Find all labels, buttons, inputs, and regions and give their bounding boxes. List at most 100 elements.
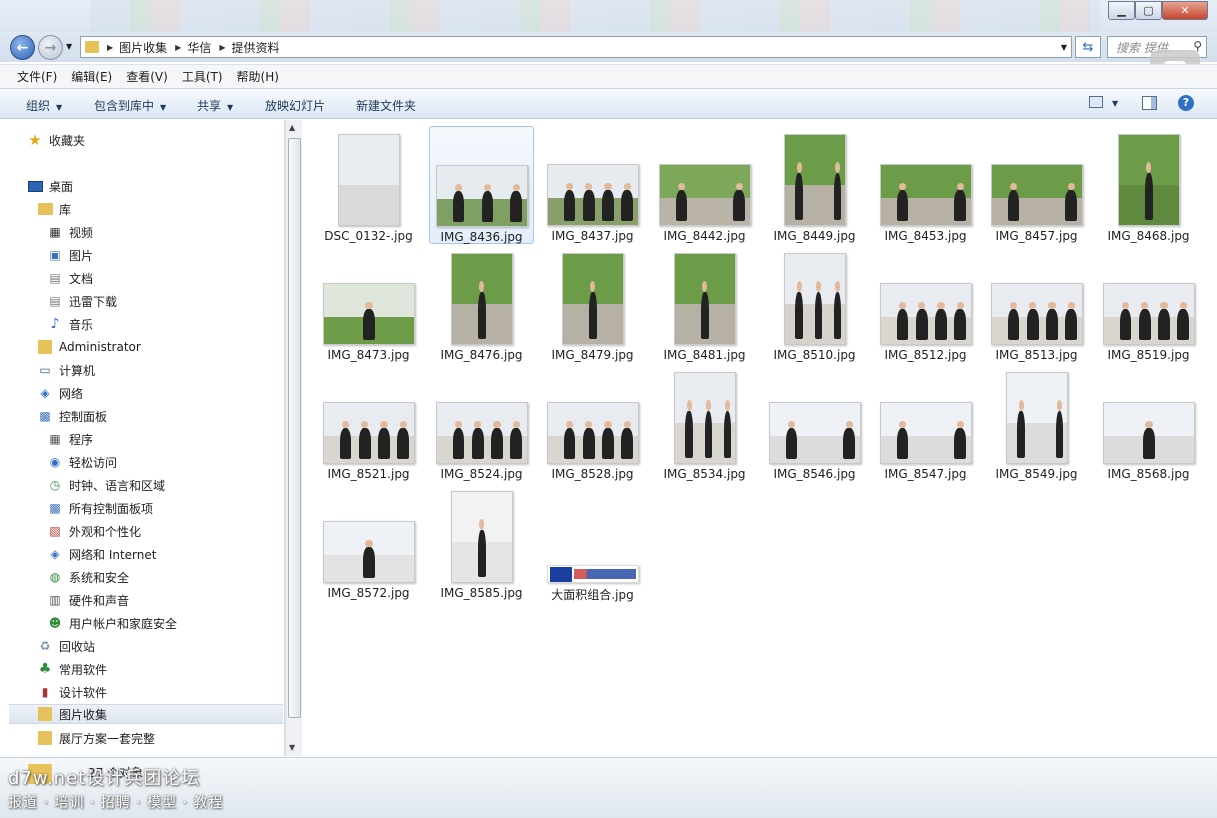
file-item[interactable]: IMG_8534.jpg — [652, 364, 757, 482]
nav-system-security[interactable]: ◍ 系统和安全 — [47, 567, 129, 587]
navigation-scrollbar[interactable]: ▲ ▼ — [285, 120, 302, 756]
menu-file[interactable]: 文件(F) — [17, 68, 57, 85]
image-thumbnail[interactable] — [450, 491, 513, 583]
file-item[interactable]: IMG_8481.jpg — [652, 245, 757, 363]
file-item[interactable]: IMG_8519.jpg — [1096, 245, 1201, 363]
file-item[interactable]: IMG_8468.jpg — [1096, 126, 1201, 244]
nav-recycle-bin[interactable]: ♻ 回收站 — [37, 636, 95, 656]
nav-user-accounts[interactable]: ☻ 用户帐户和家庭安全 — [47, 613, 177, 633]
address-bar[interactable]: ▶ 图片收集 ▶ 华信 ▶ 提供资料 ▼ — [80, 36, 1072, 58]
image-thumbnail[interactable] — [435, 402, 528, 464]
nav-network-internet[interactable]: ◈ 网络和 Internet — [47, 544, 156, 564]
minimize-button[interactable]: ▁ — [1108, 1, 1135, 20]
image-thumbnail[interactable] — [658, 164, 751, 226]
breadcrumb-separator-icon[interactable]: ▶ — [107, 43, 113, 52]
nav-exhibition-plan[interactable]: 展厅方案一套完整 — [37, 728, 155, 748]
image-thumbnail[interactable] — [435, 165, 528, 227]
breadcrumb-item[interactable]: 图片收集 — [119, 39, 167, 56]
image-thumbnail[interactable] — [1102, 283, 1195, 345]
refresh-button[interactable]: ⇆ — [1075, 36, 1101, 58]
file-item[interactable]: IMG_8549.jpg — [984, 364, 1089, 482]
file-item[interactable]: IMG_8437.jpg — [540, 126, 645, 244]
breadcrumb-separator-icon[interactable]: ▶ — [219, 43, 225, 52]
file-item[interactable]: IMG_8479.jpg — [540, 245, 645, 363]
forward-button[interactable]: → — [38, 35, 63, 60]
file-item[interactable]: IMG_8449.jpg — [762, 126, 867, 244]
image-thumbnail[interactable] — [673, 372, 736, 464]
new-folder-button[interactable]: 新建文件夹 — [356, 97, 416, 114]
nav-programs[interactable]: ▦ 程序 — [47, 429, 93, 449]
image-thumbnail[interactable] — [322, 402, 415, 464]
scroll-up-icon[interactable]: ▲ — [289, 123, 295, 132]
nav-picture-collection[interactable]: 图片收集 — [9, 704, 283, 724]
image-thumbnail[interactable] — [1102, 402, 1195, 464]
scroll-down-icon[interactable]: ▼ — [289, 743, 295, 752]
nav-hardware-sound[interactable]: ▥ 硬件和声音 — [47, 590, 129, 610]
image-thumbnail[interactable] — [1005, 372, 1068, 464]
image-thumbnail[interactable] — [990, 283, 1083, 345]
image-thumbnail[interactable] — [322, 521, 415, 583]
nav-desktop[interactable]: 桌面 — [27, 176, 73, 196]
image-thumbnail[interactable] — [768, 402, 861, 464]
recent-pages-chevron-icon[interactable]: ▼ — [66, 42, 72, 51]
image-thumbnail[interactable] — [1117, 134, 1180, 226]
file-item[interactable]: IMG_8585.jpg — [429, 483, 534, 601]
file-item[interactable]: IMG_8524.jpg — [429, 364, 534, 482]
file-item[interactable]: IMG_8476.jpg — [429, 245, 534, 363]
close-button[interactable]: ✕ — [1162, 1, 1208, 20]
menu-view[interactable]: 查看(V) — [126, 68, 168, 85]
nav-computer[interactable]: ▭ 计算机 — [37, 360, 95, 380]
nav-xunlei-downloads[interactable]: ▤ 迅雷下载 — [47, 291, 117, 311]
file-item[interactable]: DSC_0132-.jpg — [316, 126, 421, 244]
image-thumbnail[interactable] — [450, 253, 513, 345]
image-thumbnail[interactable] — [783, 253, 846, 345]
file-item[interactable]: IMG_8436.jpg — [429, 126, 534, 244]
image-thumbnail[interactable] — [783, 134, 846, 226]
nav-videos[interactable]: ▦ 视频 — [47, 222, 93, 242]
image-thumbnail[interactable] — [673, 253, 736, 345]
file-item[interactable]: IMG_8510.jpg — [762, 245, 867, 363]
file-item[interactable]: IMG_8521.jpg — [316, 364, 421, 482]
image-thumbnail[interactable] — [879, 164, 972, 226]
include-in-library-button[interactable]: 包含到库中 ▼ — [94, 97, 166, 114]
back-button[interactable]: ← — [10, 35, 35, 60]
slideshow-button[interactable]: 放映幻灯片 — [265, 97, 325, 114]
nav-libraries[interactable]: 库 — [37, 199, 71, 219]
nav-all-control-panel-items[interactable]: ▩ 所有控制面板项 — [47, 498, 153, 518]
breadcrumb-item[interactable]: 提供资料 — [232, 39, 280, 56]
nav-favorites[interactable]: ★ 收藏夹 — [27, 130, 85, 150]
file-item[interactable]: IMG_8512.jpg — [873, 245, 978, 363]
file-item[interactable]: IMG_8473.jpg — [316, 245, 421, 363]
nav-music[interactable]: ♪ 音乐 — [47, 314, 93, 334]
file-item[interactable]: IMG_8568.jpg — [1096, 364, 1201, 482]
breadcrumb-item[interactable]: 华信 — [187, 39, 211, 56]
image-thumbnail[interactable] — [879, 283, 972, 345]
file-item[interactable]: 大面积组合.jpg — [540, 483, 645, 602]
menu-edit[interactable]: 编辑(E) — [71, 68, 112, 85]
file-item[interactable]: IMG_8546.jpg — [762, 364, 867, 482]
image-thumbnail[interactable] — [990, 164, 1083, 226]
file-item[interactable]: IMG_8442.jpg — [652, 126, 757, 244]
file-item[interactable]: IMG_8547.jpg — [873, 364, 978, 482]
nav-administrator[interactable]: Administrator — [37, 337, 141, 357]
menu-tools[interactable]: 工具(T) — [182, 68, 223, 85]
scrollbar-thumb[interactable] — [288, 138, 301, 718]
breadcrumb-separator-icon[interactable]: ▶ — [175, 43, 181, 52]
view-dropdown-icon[interactable]: ▼ — [1112, 99, 1118, 108]
image-thumbnail[interactable] — [879, 402, 972, 464]
view-options-icon[interactable] — [1089, 96, 1103, 108]
image-thumbnail[interactable] — [546, 565, 639, 583]
image-thumbnail[interactable] — [546, 164, 639, 226]
nav-control-panel[interactable]: ▩ 控制面板 — [37, 406, 107, 426]
nav-common-software[interactable]: ♣ 常用软件 — [37, 659, 107, 679]
image-thumbnail[interactable] — [337, 134, 400, 226]
nav-documents[interactable]: ▤ 文档 — [47, 268, 93, 288]
file-item[interactable]: IMG_8513.jpg — [984, 245, 1089, 363]
nav-ease-of-access[interactable]: ◉ 轻松访问 — [47, 452, 117, 472]
image-thumbnail[interactable] — [546, 402, 639, 464]
nav-network[interactable]: ◈ 网络 — [37, 383, 83, 403]
image-thumbnail[interactable] — [322, 283, 415, 345]
file-item[interactable]: IMG_8453.jpg — [873, 126, 978, 244]
share-button[interactable]: 共享 ▼ — [197, 97, 233, 114]
nav-design-software[interactable]: ▮ 设计软件 — [37, 682, 107, 702]
